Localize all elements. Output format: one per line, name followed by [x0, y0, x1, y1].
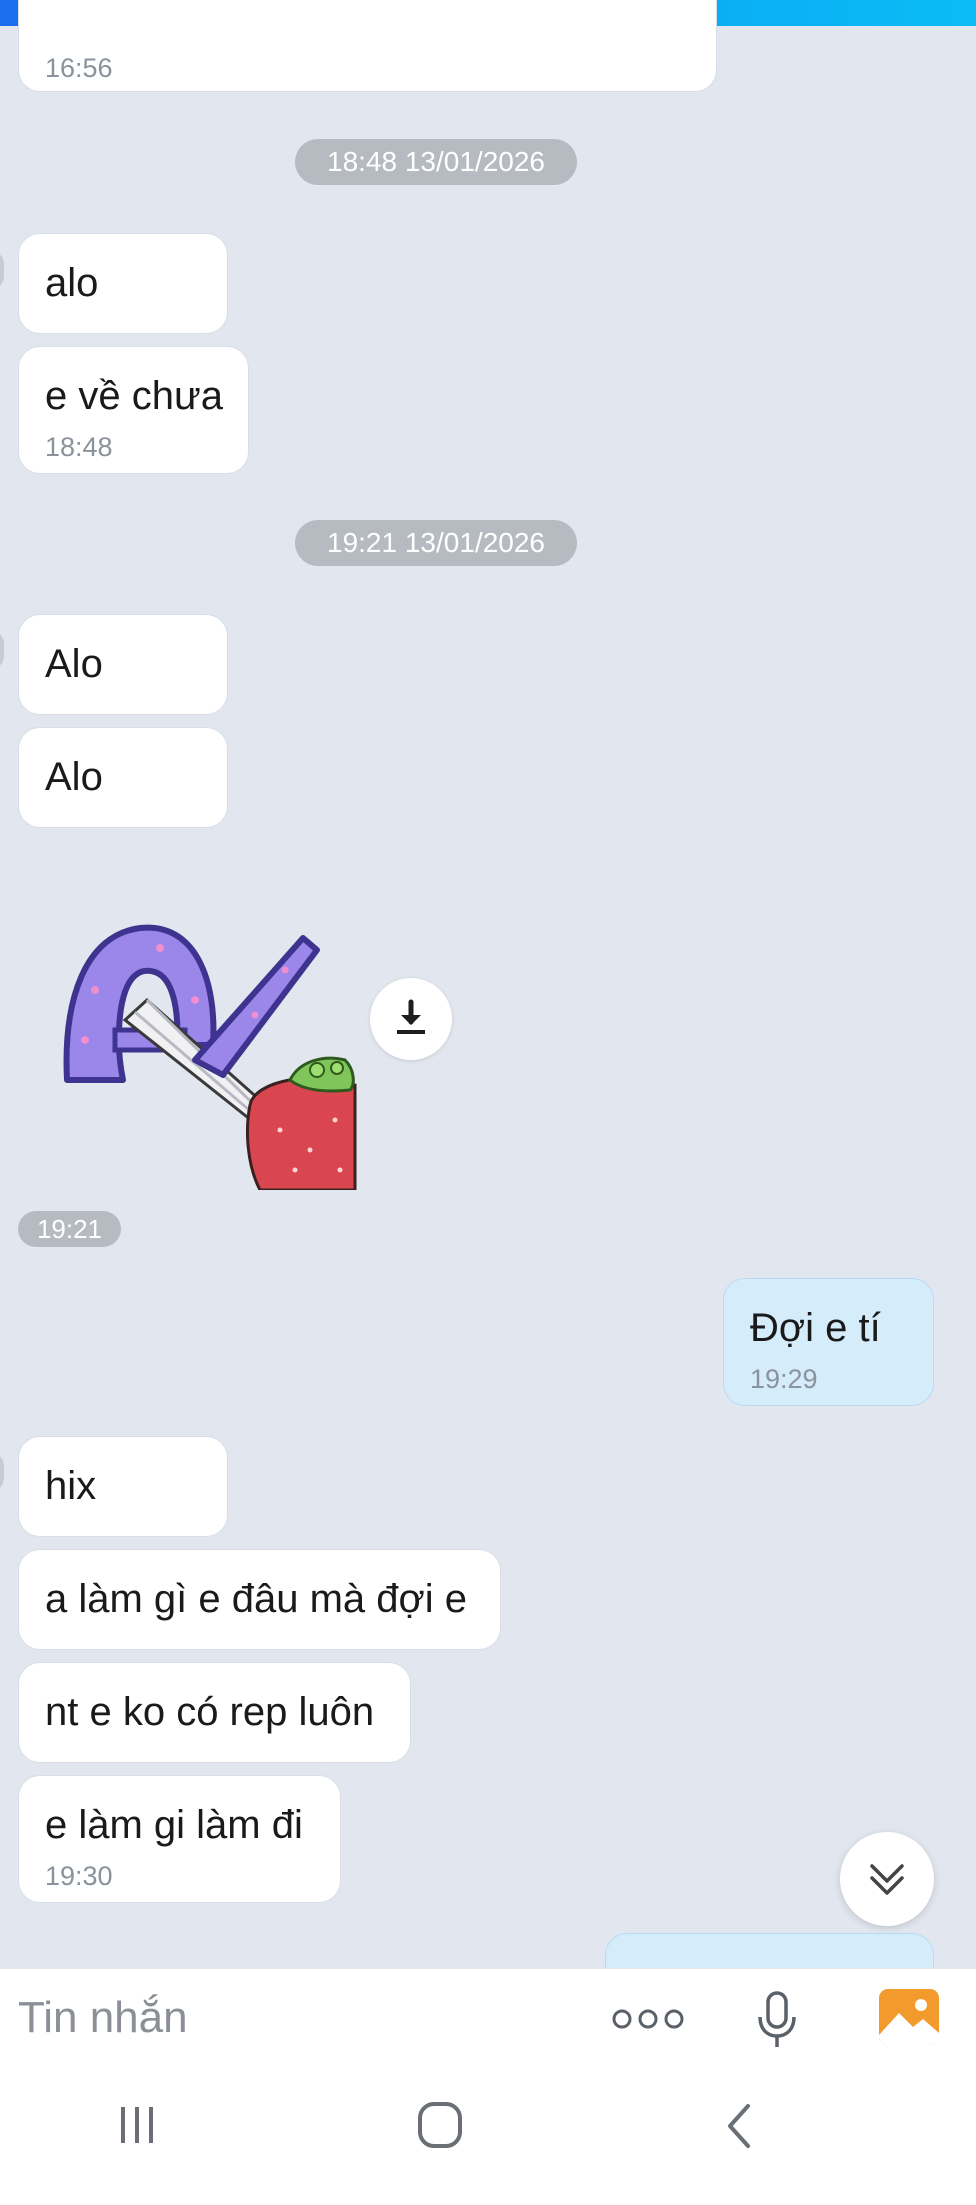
message-text: e làm gi làm đi	[45, 1803, 303, 1847]
outgoing-message-bubble-partial[interactable]	[605, 1933, 934, 1968]
message-text: Đợi e tí	[750, 1306, 881, 1350]
outgoing-message-bubble[interactable]: Đợi e tí 19:29	[723, 1278, 934, 1406]
avatar[interactable]	[0, 1452, 4, 1492]
microphone-icon[interactable]	[752, 1989, 802, 2053]
message-time: 18:48	[45, 432, 113, 462]
message-time: 19:30	[45, 1861, 113, 1891]
sticker-image[interactable]	[55, 920, 360, 1190]
back-icon[interactable]	[722, 2102, 758, 2150]
message-list[interactable]: 16:56 18:48 13/01/2026 alo e về chưa 18:…	[0, 0, 976, 1968]
gallery-icon[interactable]	[877, 1987, 941, 2047]
message-text: a làm gì e đâu mà đợi e	[45, 1577, 468, 1621]
message-bubble[interactable]: nt e ko có rep luôn	[18, 1662, 411, 1763]
message-time: 16:56	[45, 53, 113, 83]
home-icon[interactable]	[416, 2100, 464, 2150]
message-text: alo	[45, 261, 99, 305]
message-bubble[interactable]: Alo	[18, 614, 228, 715]
date-separator: 19:21 13/01/2026	[295, 520, 577, 566]
download-icon	[397, 999, 425, 1034]
message-bubble[interactable]: e làm gi làm đi 19:30	[18, 1775, 341, 1903]
message-bubble[interactable]: e về chưa 18:48	[18, 346, 249, 474]
avatar[interactable]	[0, 250, 4, 290]
message-text: Alo	[45, 755, 103, 799]
message-text: nt e ko có rep luôn	[45, 1690, 375, 1734]
message-bubble[interactable]: alo	[18, 233, 228, 334]
avatar[interactable]	[0, 630, 4, 670]
message-input[interactable]: Tin nhắn	[18, 1993, 188, 2043]
more-dots-icon[interactable]	[610, 1999, 686, 2039]
message-bubble[interactable]: a làm gì e đâu mà đợi e	[18, 1549, 501, 1650]
download-button[interactable]	[370, 978, 452, 1060]
message-bubble-partial[interactable]: 16:56	[18, 0, 717, 92]
sticker-time: 19:21	[18, 1211, 121, 1247]
message-time: 19:29	[750, 1364, 818, 1394]
scroll-to-bottom-button[interactable]	[840, 1832, 934, 1926]
recents-icon[interactable]	[115, 2102, 160, 2148]
date-separator: 18:48 13/01/2026	[295, 139, 577, 185]
message-text: hix	[45, 1464, 97, 1508]
message-text: e về chưa	[45, 374, 223, 418]
message-composer: Tin nhắn	[0, 1968, 976, 2069]
message-bubble[interactable]: Alo	[18, 727, 228, 828]
message-bubble[interactable]: hix	[18, 1436, 228, 1537]
system-navigation-bar	[0, 2068, 976, 2205]
chevron-double-down-icon	[870, 1864, 904, 1895]
message-text: Alo	[45, 642, 103, 686]
